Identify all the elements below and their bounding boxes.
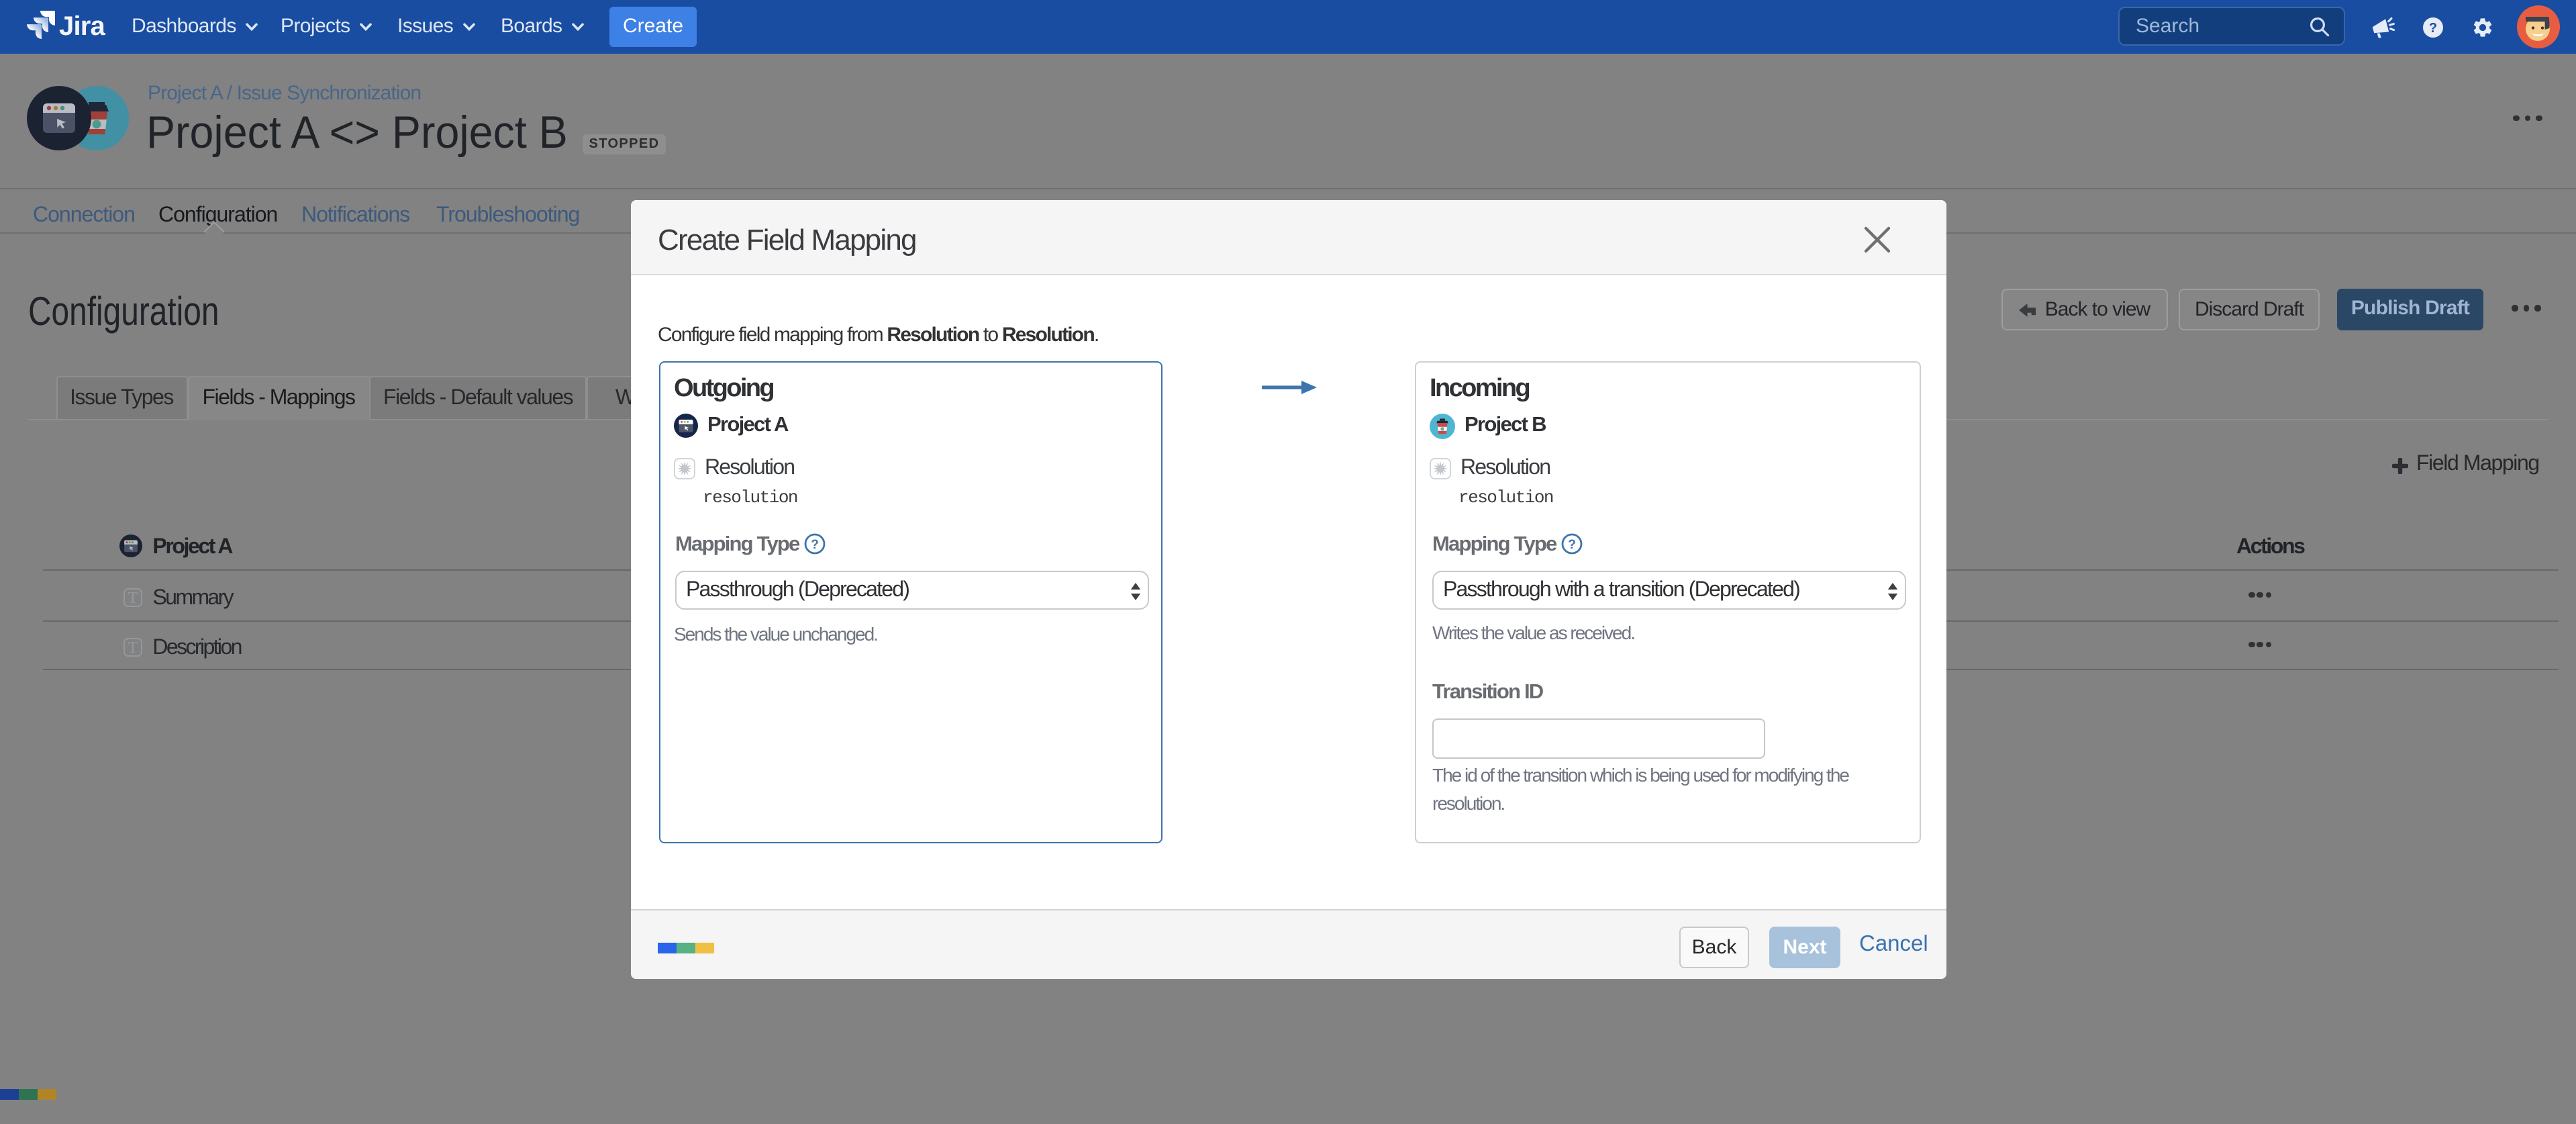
svg-text:?: ? bbox=[1568, 537, 1576, 551]
svg-text:?: ? bbox=[2429, 21, 2437, 36]
svg-text:?: ? bbox=[811, 537, 819, 551]
